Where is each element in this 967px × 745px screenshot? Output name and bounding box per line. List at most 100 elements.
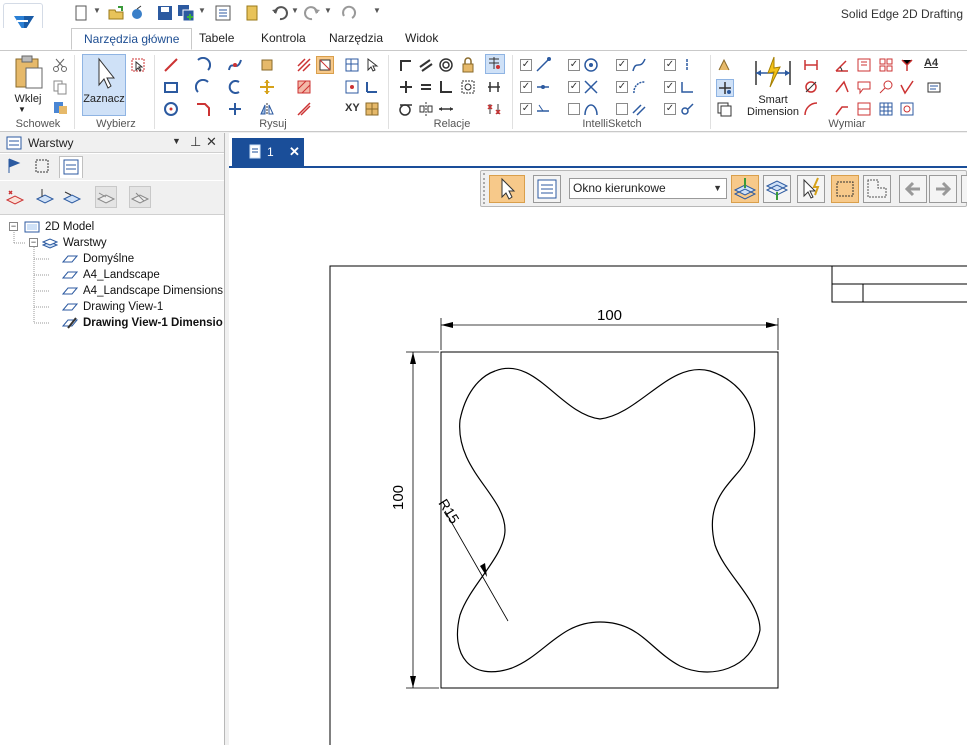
select-pick-icon[interactable] [130, 57, 146, 73]
properties-icon[interactable] [214, 4, 232, 22]
point-on-element-snap-icon[interactable] [535, 101, 551, 117]
paste-dropdown-arrow-icon[interactable]: ▼ [18, 105, 26, 114]
connect-relation-icon[interactable] [398, 57, 414, 73]
selection-mode-select[interactable]: Okno kierunkowe ▼ [569, 178, 727, 199]
tab-library[interactable] [31, 156, 55, 178]
tab-pathfinder[interactable] [3, 156, 27, 178]
save-icon[interactable] [156, 4, 174, 22]
maintain-relations-icon[interactable] [485, 54, 505, 74]
balloon-icon[interactable] [878, 79, 894, 95]
intellisketch-tangent-checkbox[interactable]: ✓ [616, 81, 628, 93]
trim-icon[interactable] [227, 101, 243, 117]
angle-between-icon[interactable] [834, 57, 850, 73]
quick-pick-button[interactable] [797, 175, 825, 203]
window-select-button[interactable] [831, 175, 859, 203]
undo-dropdown-arrow-icon[interactable]: ▼ [291, 6, 299, 15]
tab-tables[interactable]: Tabele [187, 28, 246, 50]
arc-icon[interactable] [195, 57, 211, 73]
angle-icon[interactable] [364, 79, 380, 95]
tree-item-2d-model[interactable]: 2D Model [45, 219, 94, 235]
pointer-select-icon[interactable] [364, 57, 380, 73]
width-dimension-text[interactable]: 100 [597, 307, 622, 324]
bookmark-icon[interactable] [243, 4, 261, 22]
hide-layer-icon[interactable] [95, 186, 117, 208]
intellisketch-intersection-checkbox[interactable]: ✓ [568, 81, 580, 93]
tree-item-layer-drawing-view[interactable]: Drawing View-1 [83, 299, 163, 315]
curve-snap-icon[interactable] [631, 57, 647, 73]
paste-button[interactable] [12, 55, 46, 93]
next-button[interactable] [929, 175, 957, 203]
paste-label[interactable]: Wklej [10, 93, 46, 105]
copy-icon[interactable] [52, 79, 68, 95]
previous-button[interactable] [899, 175, 927, 203]
weld-symbol-icon[interactable] [926, 79, 942, 95]
intersection-snap-icon[interactable] [583, 79, 599, 95]
vertical-snap-icon[interactable] [679, 57, 695, 73]
delete-relations-icon[interactable] [486, 101, 502, 117]
vertical-dimension[interactable] [406, 351, 439, 689]
surface-texture-icon[interactable] [899, 79, 915, 95]
new-dropdown-arrow-icon[interactable]: ▼ [93, 6, 101, 15]
more-options-button[interactable] [961, 175, 967, 203]
callout-icon[interactable] [856, 79, 872, 95]
horizontal-snap-icon[interactable] [679, 79, 695, 95]
circle-icon[interactable] [163, 101, 179, 117]
radius-dimension[interactable] [444, 510, 509, 622]
square-outline[interactable] [440, 351, 779, 689]
height-dimension-text[interactable]: 100 [390, 485, 407, 510]
intellisketch-horizontal-checkbox[interactable]: ✓ [664, 81, 676, 93]
tree-item-layer-a4-dimensions[interactable]: A4_Landscape Dimensions [83, 283, 223, 299]
select-mode-button[interactable] [489, 175, 525, 203]
drawing-canvas[interactable]: 100 100 R15 [229, 170, 967, 745]
grid-snap-icon[interactable] [364, 101, 380, 117]
tree-item-layers[interactable]: Warstwy [63, 235, 107, 251]
tab-tools[interactable]: Narzędzia [317, 28, 395, 50]
activate-layer-icon[interactable] [34, 186, 56, 208]
endpoint-snap-icon[interactable] [535, 57, 551, 73]
tangent-snap-icon[interactable] [631, 79, 647, 95]
symmetric-relation-icon[interactable] [418, 101, 434, 117]
rectangle-icon[interactable] [163, 79, 179, 95]
close-panel-icon[interactable]: ✕ [206, 134, 217, 150]
ellipse-icon[interactable] [227, 79, 243, 95]
table-dimension-icon[interactable] [878, 101, 894, 117]
select-layer-up-button[interactable] [763, 175, 791, 203]
new-layer-icon[interactable] [4, 186, 26, 208]
select-tool-button[interactable]: Zaznacz [82, 54, 126, 116]
collapse-toggle-layers[interactable]: − [29, 238, 38, 247]
hatch-region-icon[interactable] [296, 57, 312, 73]
fill-icon[interactable] [316, 56, 334, 74]
show-relations-icon[interactable] [486, 79, 502, 95]
cut-icon[interactable] [52, 57, 68, 73]
hatch-pattern-icon[interactable] [296, 79, 312, 95]
dimension-options-icon[interactable] [716, 57, 732, 73]
leader-icon[interactable] [834, 101, 850, 117]
redo-dropdown-arrow-icon[interactable]: ▼ [324, 6, 332, 15]
fillet-icon[interactable] [259, 57, 275, 73]
symmetric-diameter-icon[interactable] [803, 79, 819, 95]
midpoint-snap-icon[interactable] [535, 79, 551, 95]
collapse-toggle-2d-model[interactable]: − [9, 222, 18, 231]
tab-inspect[interactable]: Kontrola [249, 28, 318, 50]
command-bar-grip[interactable] [483, 173, 488, 204]
select-layer-down-button[interactable] [731, 175, 759, 203]
tree-item-layer-drawing-view-dimensions[interactable]: Drawing View-1 Dimensions [83, 315, 223, 331]
collinear-relation-icon[interactable] [438, 101, 454, 117]
feature-control-frame-icon[interactable] [878, 57, 894, 73]
undo-icon[interactable] [271, 4, 289, 22]
grid-points-icon[interactable] [344, 79, 360, 95]
close-document-icon[interactable]: ✕ [289, 144, 300, 160]
show-layer-icon[interactable] [61, 186, 83, 208]
coordinate-icon[interactable] [856, 57, 872, 73]
document-tab[interactable]: 1 ✕ [232, 138, 304, 166]
intellisketch-endpoint-checkbox[interactable]: ✓ [520, 59, 532, 71]
datum-frame-icon[interactable] [899, 57, 915, 73]
point-on-relation-icon[interactable] [398, 79, 414, 95]
table-grid-icon[interactable] [344, 57, 360, 73]
save-all-icon[interactable] [177, 4, 195, 22]
smart-dimension-label-1[interactable]: Smart [744, 94, 802, 106]
copy-attributes-icon[interactable] [716, 101, 732, 117]
coordinate-dimension-icon[interactable] [716, 79, 734, 97]
concentric-relation-icon[interactable] [438, 57, 454, 73]
tree-item-layer-default[interactable]: Domyślne [83, 251, 134, 267]
